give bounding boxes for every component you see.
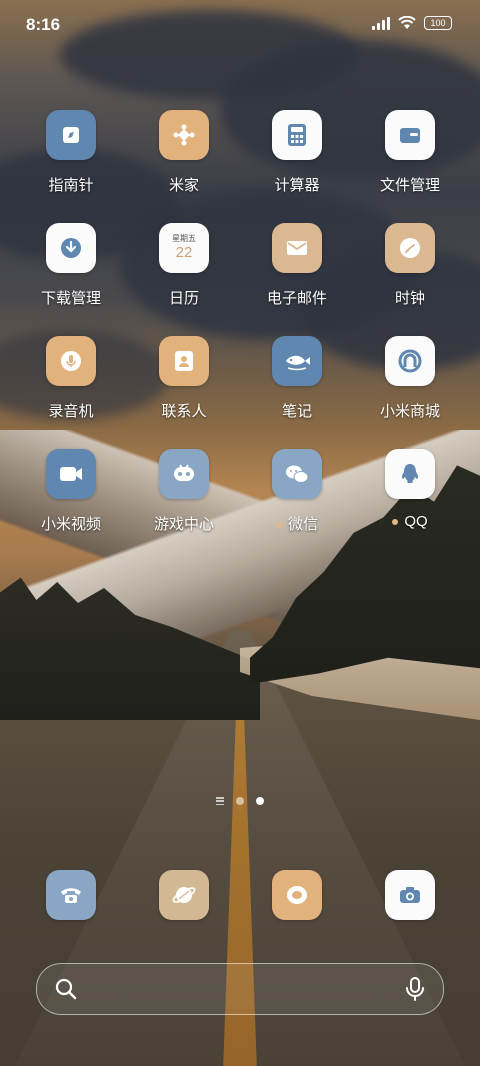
calendar-day: 22 bbox=[175, 243, 193, 261]
dock-messages[interactable] bbox=[241, 870, 353, 920]
notes-icon bbox=[272, 336, 322, 386]
app-label: 笔记 bbox=[281, 403, 312, 420]
app-label: 电子邮件 bbox=[266, 290, 327, 307]
wechat-icon bbox=[272, 449, 322, 499]
app-label: 小米商城 bbox=[379, 403, 440, 420]
dock-camera[interactable] bbox=[354, 870, 466, 920]
app-label: 游戏中心 bbox=[153, 516, 214, 533]
messages-icon bbox=[272, 870, 322, 920]
calendar-weekday: 星期五 bbox=[172, 233, 196, 243]
app-email[interactable]: 电子邮件 bbox=[241, 223, 353, 308]
status-time: 8:16 bbox=[26, 15, 61, 34]
qq-icon bbox=[385, 449, 435, 499]
clock-icon bbox=[385, 223, 435, 273]
wifi-icon bbox=[398, 16, 416, 29]
signal-icon bbox=[372, 16, 390, 30]
app-calculator[interactable]: 计算器 bbox=[241, 110, 353, 195]
page-indicator bbox=[0, 797, 480, 805]
app-label: 时钟 bbox=[394, 290, 425, 307]
microphone-icon bbox=[46, 336, 96, 386]
app-label: 文件管理 bbox=[379, 177, 440, 194]
battery-icon: 100 bbox=[424, 16, 452, 30]
search-input[interactable] bbox=[87, 974, 391, 1004]
browser-planet-icon bbox=[159, 870, 209, 920]
app-label: 指南针 bbox=[48, 177, 94, 194]
app-label-row: QQ bbox=[354, 513, 466, 530]
download-icon bbox=[46, 223, 96, 273]
app-notes[interactable]: 笔记 bbox=[241, 336, 353, 421]
app-label: 日历 bbox=[168, 290, 199, 307]
phone-icon bbox=[46, 870, 96, 920]
app-label: 录音机 bbox=[48, 403, 94, 420]
mijia-icon bbox=[159, 110, 209, 160]
camera-icon bbox=[385, 870, 435, 920]
app-label: 下载管理 bbox=[40, 290, 101, 307]
app-clock[interactable]: 时钟 bbox=[354, 223, 466, 308]
app-label: 联系人 bbox=[161, 403, 207, 420]
app-compass[interactable]: 指南针 bbox=[15, 110, 127, 195]
app-recorder[interactable]: 录音机 bbox=[15, 336, 127, 421]
app-downloads[interactable]: 下载管理 bbox=[15, 223, 127, 308]
app-game-center[interactable]: 游戏中心 bbox=[128, 449, 240, 534]
page-dot[interactable] bbox=[236, 797, 244, 805]
app-label: 米家 bbox=[168, 177, 199, 194]
app-mi-video[interactable]: 小米视频 bbox=[15, 449, 127, 534]
app-calendar[interactable]: 星期五 22 日历 bbox=[128, 223, 240, 308]
app-label: 小米视频 bbox=[40, 516, 101, 533]
compass-icon bbox=[46, 110, 96, 160]
status-bar: 8:16 100 bbox=[0, 0, 480, 50]
status-icons: 100 bbox=[372, 16, 452, 30]
app-label: QQ bbox=[404, 513, 428, 530]
app-label: 微信 bbox=[287, 516, 318, 533]
mi-store-icon bbox=[385, 336, 435, 386]
dock-phone[interactable] bbox=[15, 870, 127, 920]
page-dot-active[interactable] bbox=[256, 797, 264, 805]
new-indicator-dot bbox=[392, 519, 399, 526]
search-bar[interactable] bbox=[36, 963, 444, 1015]
mail-icon bbox=[272, 223, 322, 273]
contacts-icon bbox=[159, 336, 209, 386]
app-qq[interactable]: QQ bbox=[354, 449, 466, 530]
app-wechat[interactable]: 微信 bbox=[241, 449, 353, 534]
search-icon bbox=[55, 978, 77, 1000]
app-contacts[interactable]: 联系人 bbox=[128, 336, 240, 421]
video-icon bbox=[46, 449, 96, 499]
game-center-icon bbox=[159, 449, 209, 499]
app-drawer-indicator-icon[interactable] bbox=[216, 797, 224, 805]
new-indicator-dot bbox=[275, 522, 282, 529]
app-mi-store[interactable]: 小米商城 bbox=[354, 336, 466, 421]
calendar-icon: 星期五 22 bbox=[159, 223, 209, 273]
dock-browser[interactable] bbox=[128, 870, 240, 920]
folder-icon bbox=[385, 110, 435, 160]
app-label: 计算器 bbox=[274, 177, 320, 194]
calculator-icon bbox=[272, 110, 322, 160]
app-file-manager[interactable]: 文件管理 bbox=[354, 110, 466, 195]
microphone-icon[interactable] bbox=[403, 976, 427, 1002]
app-mijia[interactable]: 米家 bbox=[128, 110, 240, 195]
app-label-row: 微信 bbox=[241, 513, 353, 534]
